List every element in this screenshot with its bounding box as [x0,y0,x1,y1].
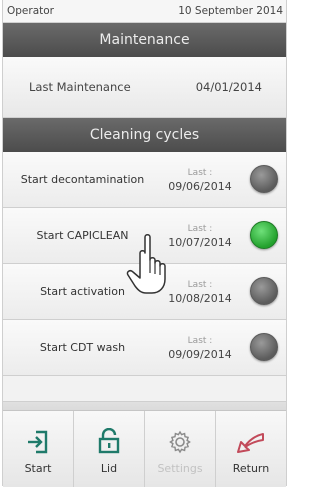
cycle-cdt-wash[interactable]: Start CDT wash Last : 09/09/2014 [3,320,286,376]
cycle-last-info: Last : 09/09/2014 [160,335,240,361]
cycle-decontamination[interactable]: Start decontamination Last : 09/06/2014 [3,152,286,208]
cycle-last-label: Last : [187,335,213,346]
empty-row [3,376,286,402]
operator-label: Operator [7,5,54,17]
start-label: Start [24,461,52,475]
status-indicator-grey-icon [250,277,278,305]
lid-button[interactable]: Lid [74,411,145,487]
return-label: Return [232,461,270,475]
start-button[interactable]: Start [3,411,74,487]
settings-button[interactable]: Settings [145,411,216,487]
last-maintenance-label: Last Maintenance [29,80,131,94]
status-indicator-grey-icon [250,165,278,193]
unlock-icon [98,424,120,454]
last-maintenance-date: 04/01/2014 [195,80,262,94]
status-indicator-green-icon [250,221,278,249]
hand-pointer-icon [126,234,166,294]
settings-label: Settings [157,461,203,475]
start-cdt-wash-button[interactable]: Start CDT wash [3,341,160,354]
current-date: 10 September 2014 [178,5,283,17]
cycle-last-info: Last : 09/06/2014 [160,167,240,193]
return-button[interactable]: Return [216,411,286,487]
return-arrow-icon [236,424,266,454]
cycle-last-label: Last : [187,167,213,178]
cycle-last-date: 09/06/2014 [168,179,232,193]
start-decontamination-button[interactable]: Start decontamination [3,173,160,186]
cleaning-cycles-header: Cleaning cycles [3,118,286,152]
bottom-toolbar: Start Lid Settings Return [3,410,286,487]
status-bar: Operator 10 September 2014 [3,0,286,23]
gear-icon [168,424,192,454]
status-indicator-grey-icon [250,333,278,361]
last-maintenance-row: Last Maintenance 04/01/2014 [3,57,286,118]
maintenance-header: Maintenance [3,23,286,57]
lid-label: Lid [100,461,118,475]
cycle-last-date: 09/09/2014 [168,347,232,361]
sign-in-icon [27,424,49,454]
